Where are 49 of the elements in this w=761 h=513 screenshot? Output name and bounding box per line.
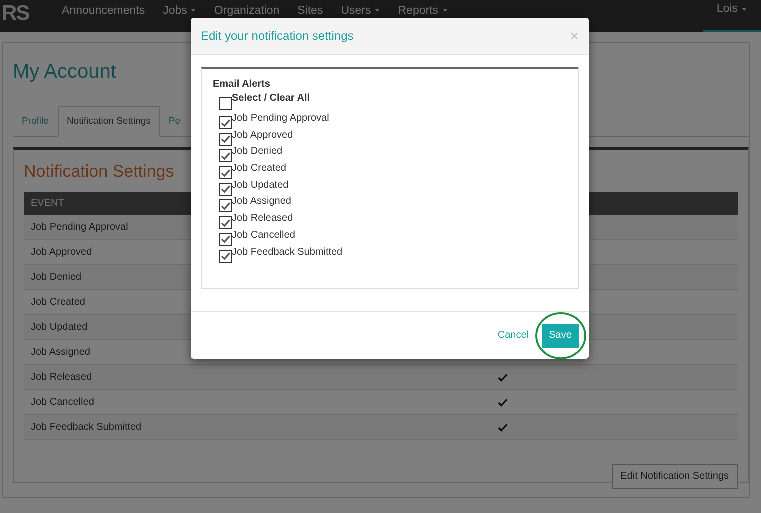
column-header: EVENT — [31, 198, 64, 209]
checkbox-label: Job Cancelled — [232, 230, 296, 242]
section-title: Email Alerts — [213, 79, 272, 90]
table-cell: Job Feedback Submitted — [31, 422, 142, 432]
checkbox[interactable] — [219, 166, 232, 180]
checkbox[interactable] — [219, 216, 232, 230]
checkbox-label: Job Released — [232, 213, 294, 226]
nav-menu-item[interactable]: Users — [332, 3, 390, 18]
table-cell: Job Created — [31, 296, 86, 308]
table-cell: Job Assigned — [31, 346, 90, 358]
checkbox-label: Job Pending Approval — [232, 113, 330, 125]
table-cell: Job Cancelled — [31, 396, 94, 408]
table-cell: Job Updated — [31, 322, 88, 332]
tab[interactable]: Profile — [13, 106, 58, 137]
checkbox[interactable] — [219, 182, 232, 196]
checkbox-label: Job Feedback Submitted — [232, 246, 343, 258]
table-cell: Job Released — [31, 372, 92, 382]
tab[interactable]: Notification Settings — [58, 106, 160, 137]
edit-settings-button[interactable]: Edit Notification Settings — [612, 464, 738, 489]
panel-title: Notification Settings — [24, 162, 174, 182]
checkbox[interactable] — [219, 132, 232, 146]
logo[interactable]: RS — [0, 2, 62, 26]
checkbox[interactable] — [219, 97, 232, 110]
tab[interactable]: Pe — [160, 106, 190, 137]
checkbox[interactable] — [219, 149, 232, 162]
checkbox-label: Job Updated — [232, 180, 289, 192]
checkbox[interactable] — [219, 250, 232, 262]
checkbox-label: Job Denied — [232, 146, 283, 158]
table-cell: Job Pending Approval — [31, 222, 128, 232]
checkbox-label: Job Approved — [232, 130, 294, 142]
save-button[interactable]: Save — [542, 324, 579, 348]
user-menu[interactable]: Lois — [702, 3, 761, 32]
checkbox-label: Job Assigned — [232, 196, 292, 208]
checkbox[interactable] — [219, 199, 232, 212]
table-cell: Job Approved — [31, 246, 92, 258]
nav-menu-item[interactable]: Jobs — [154, 3, 206, 18]
cancel-link[interactable]: Cancel — [498, 330, 529, 341]
page-title: My Account — [13, 61, 116, 84]
nav-menu-item[interactable]: Announcements — [62, 3, 154, 18]
nav-menu-item[interactable]: Organization — [205, 3, 289, 18]
table-cell: Job Denied — [31, 272, 82, 282]
checkbox[interactable] — [219, 232, 232, 246]
nav-menu-item[interactable]: Sites — [288, 3, 332, 18]
checkbox-label: Select / Clear All — [232, 93, 310, 105]
checkbox-label: Job Created — [232, 163, 286, 176]
dialog-title: Edit your notification settings — [201, 29, 354, 43]
checkbox[interactable] — [219, 116, 232, 129]
highlight-circle — [535, 312, 587, 360]
nav-menu-item[interactable]: Reports — [389, 3, 457, 18]
